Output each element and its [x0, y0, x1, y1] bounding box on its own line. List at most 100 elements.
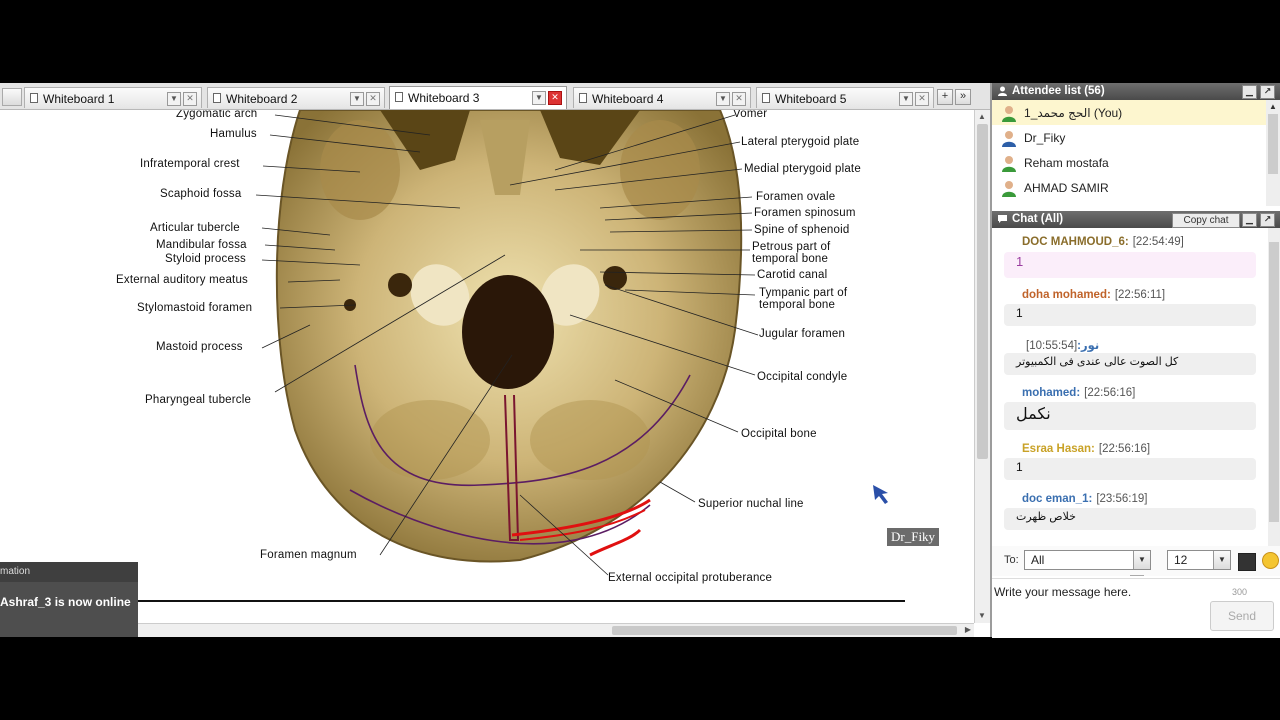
tab-dropdown-button[interactable]: ▼	[716, 92, 730, 106]
text-color-picker[interactable]	[1238, 553, 1256, 571]
font-size-value: 12	[1174, 553, 1188, 567]
tab-whiteboard-4[interactable]: Whiteboard 4 ▼ ✕	[573, 87, 751, 108]
canvas-horizontal-scrollbar[interactable]: ▶	[138, 623, 974, 637]
chat-time: [23:56:19]	[1096, 493, 1148, 505]
font-size-select[interactable]: 12 ▼	[1167, 550, 1231, 570]
popout-button[interactable]: ↗	[1260, 213, 1275, 227]
label-occipital-condyle: Occipital condyle	[757, 371, 848, 383]
add-tab-button[interactable]: +	[937, 89, 953, 105]
tab-close-button[interactable]: ✕	[548, 91, 562, 105]
tab-label: Whiteboard 1	[43, 92, 115, 106]
label-styloid-process: Styloid process	[165, 253, 246, 265]
chat-message-input[interactable]: Write your message here.	[994, 585, 1131, 599]
scroll-right-arrow-icon[interactable]: ▶	[965, 625, 971, 634]
tab-dropdown-button[interactable]: ▼	[899, 92, 913, 106]
attendee-row[interactable]: AHMAD SAMIR	[992, 175, 1266, 200]
attendee-row[interactable]: Dr_Fiky	[992, 125, 1266, 150]
document-icon	[30, 93, 38, 103]
chat-message-text: 1	[1004, 304, 1256, 326]
document-icon	[395, 92, 403, 102]
chat-message-text: نكمل	[1004, 402, 1256, 430]
chat-sender: doc eman_1:	[1022, 493, 1093, 505]
chat-message-header: doha mohamed: [22:56:11]	[1022, 289, 1165, 301]
chat-message-header: Esraa Hasan: [22:56:16]	[1022, 443, 1150, 455]
attendee-row[interactable]: الحج محمد_1 (You)	[992, 100, 1266, 125]
chat-log: DOC MAHMOUD_6: [22:54:49] 1 doha mohamed:…	[992, 228, 1268, 546]
chat-recipient-row: To: All ▼ 12 ▼	[992, 546, 1280, 576]
chat-message-header: نور:[10:55:54]	[1022, 338, 1099, 352]
tab-dropdown-button[interactable]: ▼	[350, 92, 364, 106]
chat-message-header: doc eman_1: [23:56:19]	[1022, 493, 1147, 505]
scroll-down-arrow-icon[interactable]: ▼	[977, 611, 987, 621]
tab-scroll-left-button[interactable]	[2, 88, 22, 106]
label-pharyngeal-tubercle: Pharyngeal tubercle	[145, 394, 252, 406]
minimize-button[interactable]: ▁	[1242, 213, 1257, 227]
chat-sender: DOC MAHMOUD_6:	[1022, 236, 1129, 248]
document-icon	[213, 93, 221, 103]
label-petrous-part-line1: Petrous part of	[752, 241, 831, 253]
label-occipital-bone: Occipital bone	[741, 428, 817, 440]
chat-time: [22:56:16]	[1098, 443, 1151, 455]
skull-base-illustration	[138, 110, 905, 602]
presenter-avatar-icon	[1002, 131, 1016, 147]
canvas-vertical-scrollbar[interactable]: ▲ ▼	[974, 110, 990, 623]
chat-message-text: 1	[1004, 252, 1256, 278]
tab-dropdown-button[interactable]: ▼	[532, 91, 546, 105]
label-tympanic-part-line2: temporal bone	[759, 299, 836, 311]
tab-whiteboard-3[interactable]: Whiteboard 3 ▼ ✕	[389, 86, 567, 109]
copy-chat-button[interactable]: Copy chat	[1172, 213, 1240, 228]
scroll-thumb[interactable]	[1269, 242, 1279, 522]
tab-label: Whiteboard 4	[592, 92, 664, 106]
chat-sender: نور:	[1077, 340, 1100, 352]
recipient-select[interactable]: All ▼	[1024, 550, 1151, 570]
app-window: Whiteboard 1 ▼ ✕ Whiteboard 2 ▼ ✕ Whiteb…	[0, 83, 1280, 638]
tab-whiteboard-1[interactable]: Whiteboard 1 ▼ ✕	[24, 87, 202, 108]
tab-close-button[interactable]: ✕	[183, 92, 197, 106]
attendee-list-header: Attendee list (56) ▁ ↗	[992, 83, 1280, 100]
notification-message: Ashraf_3 is now online	[0, 595, 131, 609]
notification-header: mation	[0, 562, 138, 582]
tab-close-button[interactable]: ✕	[915, 92, 929, 106]
more-tabs-button[interactable]: »	[955, 89, 971, 105]
popout-button[interactable]: ↗	[1260, 85, 1275, 99]
tab-dropdown-button[interactable]: ▼	[167, 92, 181, 106]
scroll-thumb[interactable]	[612, 626, 957, 635]
chat-scrollbar[interactable]	[1268, 228, 1280, 546]
chat-message-text: 1	[1004, 458, 1256, 480]
label-medial-pterygoid-plate: Medial pterygoid plate	[744, 163, 861, 175]
label-infratemporal-crest: Infratemporal crest	[140, 158, 240, 170]
label-mandibular-fossa: Mandibular fossa	[156, 239, 247, 251]
chat-time: [22:56:16]	[1084, 387, 1136, 399]
send-button[interactable]: Send	[1210, 601, 1274, 631]
label-foramen-spinosum: Foramen spinosum	[754, 207, 856, 219]
tab-whiteboard-5[interactable]: Whiteboard 5 ▼ ✕	[756, 87, 934, 108]
attendee-name: الحج محمد_1 (You)	[1024, 106, 1123, 120]
tab-whiteboard-2[interactable]: Whiteboard 2 ▼ ✕	[207, 87, 385, 108]
tab-label: Whiteboard 2	[226, 92, 298, 106]
attendee-scrollbar[interactable]: ▲	[1266, 100, 1280, 206]
attendee-list-title: Attendee list (56)	[1012, 85, 1105, 97]
online-notification[interactable]: mation Ashraf_3 is now online	[0, 562, 138, 637]
label-zygomatic-arch: Zygomatic arch	[176, 110, 258, 120]
attendee-row[interactable]: Reham mostafa	[992, 150, 1266, 175]
attendee-list: الحج محمد_1 (You) Dr_Fiky Reham mostafa …	[992, 100, 1266, 206]
emoticon-icon[interactable]	[1262, 552, 1279, 569]
chat-bubble-icon	[998, 215, 1007, 223]
label-mastoid-process: Mastoid process	[156, 341, 243, 353]
tab-close-button[interactable]: ✕	[732, 92, 746, 106]
label-hamulus: Hamulus	[210, 128, 257, 140]
tab-close-button[interactable]: ✕	[366, 92, 380, 106]
chevron-down-icon: ▼	[1133, 551, 1150, 569]
chat-message-text: خلاص ظهرت	[1004, 508, 1256, 530]
scroll-up-arrow-icon[interactable]: ▲	[1269, 102, 1277, 111]
minimize-button[interactable]: ▁	[1242, 85, 1257, 99]
people-icon	[998, 86, 1007, 96]
chevron-down-icon: ▼	[1213, 551, 1230, 569]
scroll-up-arrow-icon[interactable]: ▲	[977, 112, 987, 122]
chat-input-area[interactable]: Write your message here. 300 Send	[992, 578, 1280, 638]
scroll-thumb[interactable]	[977, 124, 988, 459]
whiteboard-canvas[interactable]: Zygomatic arch Hamulus Infratemporal cre…	[0, 110, 974, 623]
scroll-thumb[interactable]	[1268, 114, 1278, 174]
label-external-occipital-protuberance: External occipital protuberance	[608, 572, 773, 584]
document-icon	[762, 93, 770, 103]
